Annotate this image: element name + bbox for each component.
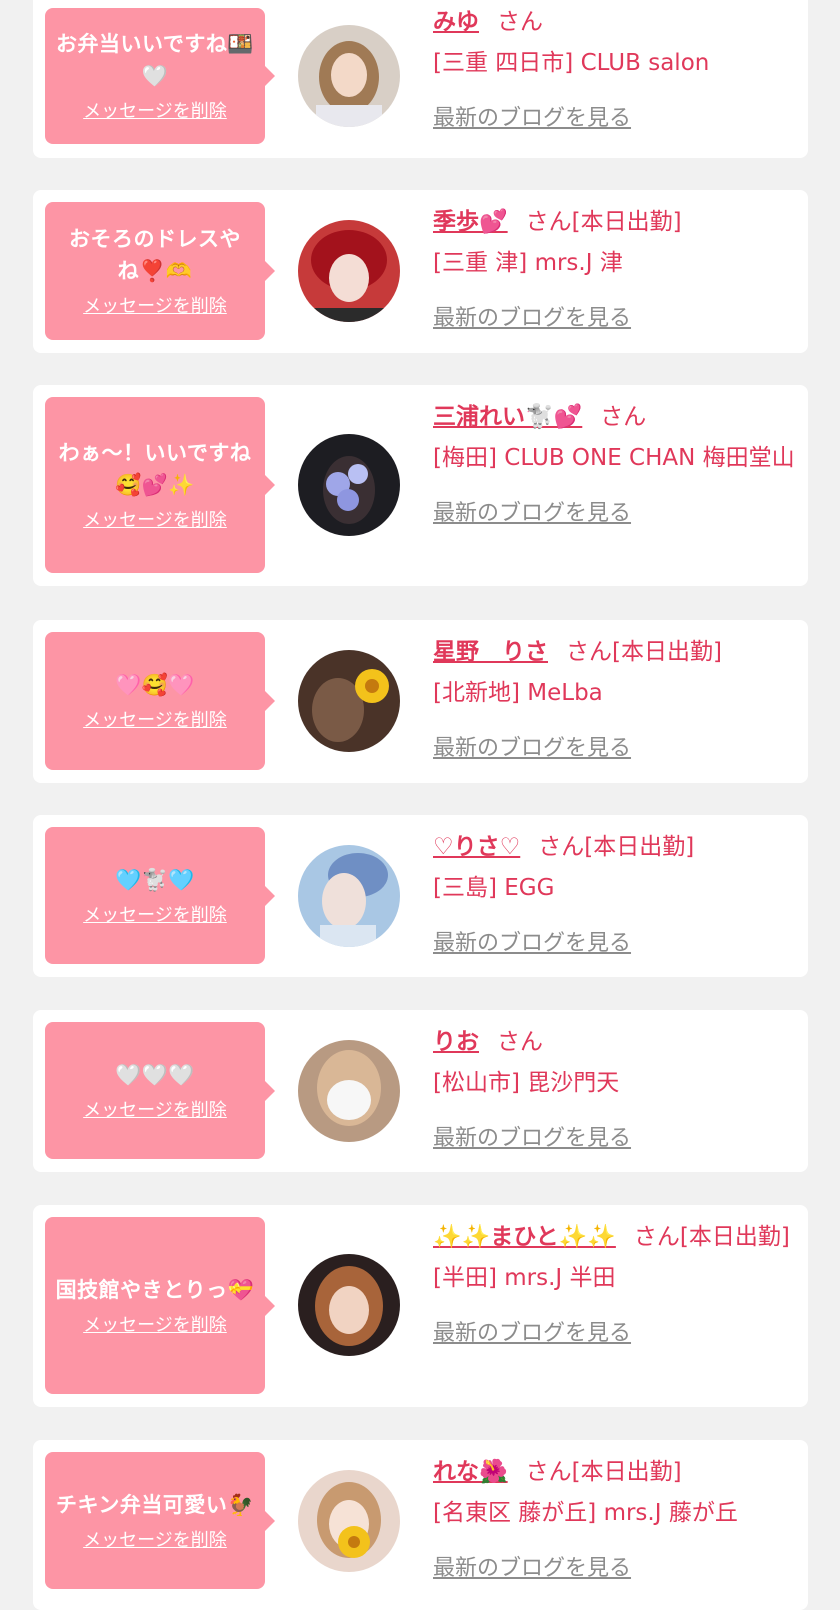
cast-info: ✨✨まひと✨✨ さん[本日出勤] [半田] mrs.J 半田 最新のブログを見る	[433, 1217, 798, 1354]
message-bubble: 🩵🐩🩵 メッセージを削除	[45, 827, 275, 964]
message-bubble: 🩷🥰🩷 メッセージを削除	[45, 632, 275, 770]
message-card: 🩵🐩🩵 メッセージを削除 ♡りさ♡ さん[本日出勤] [三島] EGG 最新のブロ…	[33, 815, 808, 977]
message-bubble: チキン弁当可愛い🐓 メッセージを削除	[45, 1452, 275, 1589]
message-bubble: わぁ〜！いいですね🥰💕✨ メッセージを削除	[45, 397, 275, 573]
message-card: チキン弁当可愛い🐓 メッセージを削除 れな🌺 さん[本日出勤] [名東区 藤が丘]…	[33, 1440, 808, 1610]
cast-name-link[interactable]: 季歩💕	[433, 209, 508, 235]
message-text: 🤍🤍🤍	[115, 1062, 195, 1087]
shop-label: [三重 津] mrs.J 津	[433, 250, 623, 276]
honorific-status: さん[本日出勤]	[538, 834, 695, 860]
message-text: チキン弁当可愛い🐓	[55, 1492, 255, 1517]
cast-name-link[interactable]: れな🌺	[433, 1459, 508, 1485]
message-bubble: おそろのドレスやね❣️🫶 メッセージを削除	[45, 202, 275, 340]
avatar[interactable]	[298, 434, 400, 536]
latest-blog-link[interactable]: 最新のブログを見る	[433, 1548, 631, 1589]
message-card: 🩷🥰🩷 メッセージを削除 星野 りさ さん[本日出勤] [北新地] MeLba 最…	[33, 620, 808, 783]
honorific-status: さん[本日出勤]	[525, 209, 682, 235]
delete-message-link[interactable]: メッセージを削除	[45, 1099, 265, 1123]
cast-name-link[interactable]: りお	[433, 1029, 479, 1055]
cast-info: れな🌺 さん[本日出勤] [名東区 藤が丘] mrs.J 藤が丘 最新のブログを見…	[433, 1452, 798, 1589]
honorific-status: さん	[600, 404, 647, 430]
message-text: 国技館やきとりっ💝	[55, 1277, 255, 1302]
latest-blog-link[interactable]: 最新のブログを見る	[433, 98, 631, 139]
delete-message-link[interactable]: メッセージを削除	[45, 1314, 265, 1338]
cast-name-link[interactable]: 星野 りさ	[433, 639, 548, 665]
message-bubble: 🤍🤍🤍 メッセージを削除	[45, 1022, 275, 1159]
cast-name-link[interactable]: ✨✨まひと✨✨	[433, 1224, 616, 1250]
shop-label: [名東区 藤が丘] mrs.J 藤が丘	[433, 1500, 738, 1526]
name-line: みゆ さん	[433, 2, 798, 43]
cast-name-link[interactable]: 三浦れい🐩💕	[433, 404, 582, 430]
avatar[interactable]	[298, 1470, 400, 1572]
avatar[interactable]	[298, 25, 400, 127]
honorific-status: さん	[497, 1029, 543, 1055]
message-text: お弁当いいですね🍱🤍	[55, 32, 255, 88]
message-card: お弁当いいですね🍱🤍 メッセージを削除 みゆ さん [三重 四日市] CLUB s…	[33, 0, 808, 158]
name-line: 三浦れい🐩💕 さん	[433, 397, 798, 438]
cast-info: ♡りさ♡ さん[本日出勤] [三島] EGG 最新のブログを見る	[433, 827, 798, 964]
message-text: 🩵🐩🩵	[115, 867, 195, 892]
honorific-status: さん[本日出勤]	[566, 639, 722, 665]
message-list: お弁当いいですね🍱🤍 メッセージを削除 みゆ さん [三重 四日市] CLUB s…	[0, 0, 840, 1610]
latest-blog-link[interactable]: 最新のブログを見る	[433, 298, 631, 339]
cast-info: りお さん [松山市] 毘沙門天 最新のブログを見る	[433, 1022, 798, 1159]
latest-blog-link[interactable]: 最新のブログを見る	[433, 493, 631, 534]
latest-blog-link[interactable]: 最新のブログを見る	[433, 923, 631, 964]
shop-label: [三重 四日市] CLUB salon	[433, 50, 710, 76]
avatar[interactable]	[298, 220, 400, 322]
message-card: わぁ〜！いいですね🥰💕✨ メッセージを削除 三浦れい🐩💕 さん [梅田] CLUB…	[33, 385, 808, 586]
honorific-status: さん[本日出勤]	[633, 1224, 790, 1250]
name-line: 星野 りさ さん[本日出勤]	[433, 632, 798, 673]
delete-message-link[interactable]: メッセージを削除	[45, 1529, 265, 1553]
name-line: りお さん	[433, 1022, 798, 1063]
cast-info: 星野 りさ さん[本日出勤] [北新地] MeLba 最新のブログを見る	[433, 632, 798, 769]
shop-label: [半田] mrs.J 半田	[433, 1265, 616, 1291]
latest-blog-link[interactable]: 最新のブログを見る	[433, 1118, 631, 1159]
name-line: ♡りさ♡ さん[本日出勤]	[433, 827, 798, 868]
name-line: れな🌺 さん[本日出勤]	[433, 1452, 798, 1493]
delete-message-link[interactable]: メッセージを削除	[45, 904, 265, 928]
honorific-status: さん	[497, 9, 543, 35]
latest-blog-link[interactable]: 最新のブログを見る	[433, 728, 631, 769]
avatar[interactable]	[298, 650, 400, 752]
shop-label: [北新地] MeLba	[433, 680, 603, 706]
avatar[interactable]	[298, 845, 400, 947]
cast-info: 季歩💕 さん[本日出勤] [三重 津] mrs.J 津 最新のブログを見る	[433, 202, 798, 339]
delete-message-link[interactable]: メッセージを削除	[45, 709, 265, 733]
delete-message-link[interactable]: メッセージを削除	[45, 295, 265, 319]
shop-label: [三島] EGG	[433, 875, 555, 901]
message-card: 🤍🤍🤍 メッセージを削除 りお さん [松山市] 毘沙門天 最新のブログを見る	[33, 1010, 808, 1172]
message-text: 🩷🥰🩷	[115, 673, 195, 697]
name-line: ✨✨まひと✨✨ さん[本日出勤]	[433, 1217, 798, 1258]
message-card: 国技館やきとりっ💝 メッセージを削除 ✨✨まひと✨✨ さん[本日出勤] [半田] …	[33, 1205, 808, 1407]
delete-message-link[interactable]: メッセージを削除	[45, 100, 265, 124]
cast-name-link[interactable]: ♡りさ♡	[433, 834, 520, 860]
name-line: 季歩💕 さん[本日出勤]	[433, 202, 798, 243]
avatar[interactable]	[298, 1040, 400, 1142]
message-text: わぁ〜！いいですね🥰💕✨	[58, 441, 252, 497]
cast-info: みゆ さん [三重 四日市] CLUB salon 最新のブログを見る	[433, 2, 798, 139]
cast-info: 三浦れい🐩💕 さん [梅田] CLUB ONE CHAN 梅田堂山 最新のブログを…	[433, 397, 798, 534]
latest-blog-link[interactable]: 最新のブログを見る	[433, 1313, 631, 1354]
avatar[interactable]	[298, 1254, 400, 1356]
honorific-status: さん[本日出勤]	[525, 1459, 682, 1485]
shop-label: [梅田] CLUB ONE CHAN 梅田堂山	[433, 445, 795, 471]
message-bubble: お弁当いいですね🍱🤍 メッセージを削除	[45, 8, 275, 144]
message-bubble: 国技館やきとりっ💝 メッセージを削除	[45, 1217, 275, 1394]
shop-label: [松山市] 毘沙門天	[433, 1070, 620, 1096]
cast-name-link[interactable]: みゆ	[433, 9, 479, 35]
message-card: おそろのドレスやね❣️🫶 メッセージを削除 季歩💕 さん[本日出勤] [三重 津]…	[33, 190, 808, 353]
message-text: おそろのドレスやね❣️🫶	[69, 227, 241, 283]
delete-message-link[interactable]: メッセージを削除	[45, 509, 265, 533]
